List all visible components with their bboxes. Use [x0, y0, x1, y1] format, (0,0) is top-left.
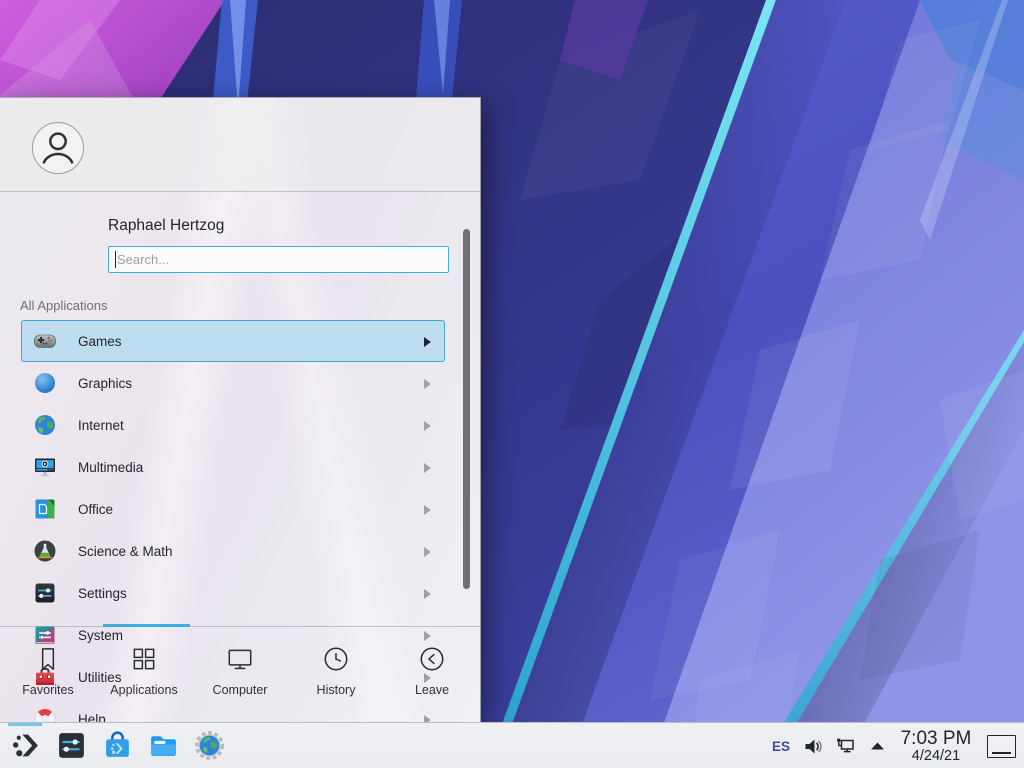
grid-icon	[129, 644, 159, 674]
settings-icon	[33, 581, 57, 605]
volume-icon	[803, 736, 824, 757]
expand-tray-button[interactable]	[867, 736, 888, 757]
monitor-icon	[225, 644, 255, 674]
digital-clock[interactable]: 7:03 PM 4/24/21	[899, 729, 973, 764]
scrollbar-thumb[interactable]	[463, 229, 470, 589]
category-office[interactable]: Office	[21, 488, 445, 530]
search-input[interactable]	[108, 246, 449, 273]
clock-date: 4/24/21	[899, 749, 973, 764]
submenu-arrow-icon	[424, 379, 431, 389]
desktop: Raphael Hertzog All Applications	[0, 0, 1024, 768]
tab-leave[interactable]: Leave	[384, 627, 480, 723]
graphics-icon	[33, 371, 57, 395]
games-icon	[33, 329, 57, 353]
submenu-arrow-icon	[424, 421, 431, 431]
active-task-indicator	[8, 723, 42, 726]
folder-icon	[148, 730, 179, 761]
section-label: All Applications	[20, 298, 107, 313]
internet-icon	[33, 413, 57, 437]
volume-button[interactable]	[803, 736, 824, 757]
discover-button[interactable]	[98, 723, 136, 768]
keyboard-layout-indicator[interactable]: ES	[772, 739, 790, 754]
search-field-wrap	[108, 246, 449, 273]
caret-up-icon	[867, 736, 888, 757]
system-tray: ES	[772, 723, 1024, 768]
submenu-arrow-icon	[424, 463, 431, 473]
discover-icon	[102, 730, 133, 761]
category-internet[interactable]: Internet	[21, 404, 445, 446]
category-science-math[interactable]: Science & Math	[21, 530, 445, 572]
globe-browser-icon	[194, 730, 225, 761]
submenu-arrow-icon	[424, 505, 431, 515]
text-cursor	[115, 251, 116, 268]
submenu-arrow-icon	[424, 547, 431, 557]
category-multimedia[interactable]: Multimedia	[21, 446, 445, 488]
category-graphics[interactable]: Graphics	[21, 362, 445, 404]
taskbar-apps	[6, 723, 228, 768]
system-settings-button[interactable]	[52, 723, 90, 768]
application-launcher-popup: Raphael Hertzog All Applications	[0, 97, 481, 722]
launcher-tabbar: Favorites Applications C	[0, 627, 480, 723]
help-icon	[33, 707, 57, 723]
clock-icon	[321, 644, 351, 674]
category-games[interactable]: Games	[21, 320, 445, 362]
show-desktop-button[interactable]	[987, 735, 1016, 758]
leave-icon	[417, 644, 447, 674]
network-button[interactable]	[835, 736, 856, 757]
tab-history[interactable]: History	[288, 627, 384, 723]
system-icon	[33, 623, 57, 647]
user-name: Raphael Hertzog	[108, 217, 224, 235]
taskbar-panel: ES	[0, 722, 1024, 768]
category-settings[interactable]: Settings	[21, 572, 445, 614]
submenu-arrow-icon	[424, 337, 431, 347]
clock-time: 7:03 PM	[899, 729, 973, 749]
utilities-icon	[33, 665, 57, 689]
submenu-arrow-icon	[424, 589, 431, 599]
file-manager-button[interactable]	[144, 723, 182, 768]
user-icon	[33, 123, 83, 173]
kde-launcher-icon	[10, 730, 41, 761]
tab-computer[interactable]: Computer	[192, 627, 288, 723]
application-launcher-button[interactable]	[6, 723, 44, 768]
multimedia-icon	[33, 455, 57, 479]
user-avatar[interactable]	[32, 122, 84, 174]
science-icon	[33, 539, 57, 563]
network-icon	[835, 736, 856, 757]
office-icon	[33, 497, 57, 521]
category-label: Games	[78, 334, 122, 349]
web-browser-button[interactable]	[190, 723, 228, 768]
system-settings-icon	[56, 730, 87, 761]
